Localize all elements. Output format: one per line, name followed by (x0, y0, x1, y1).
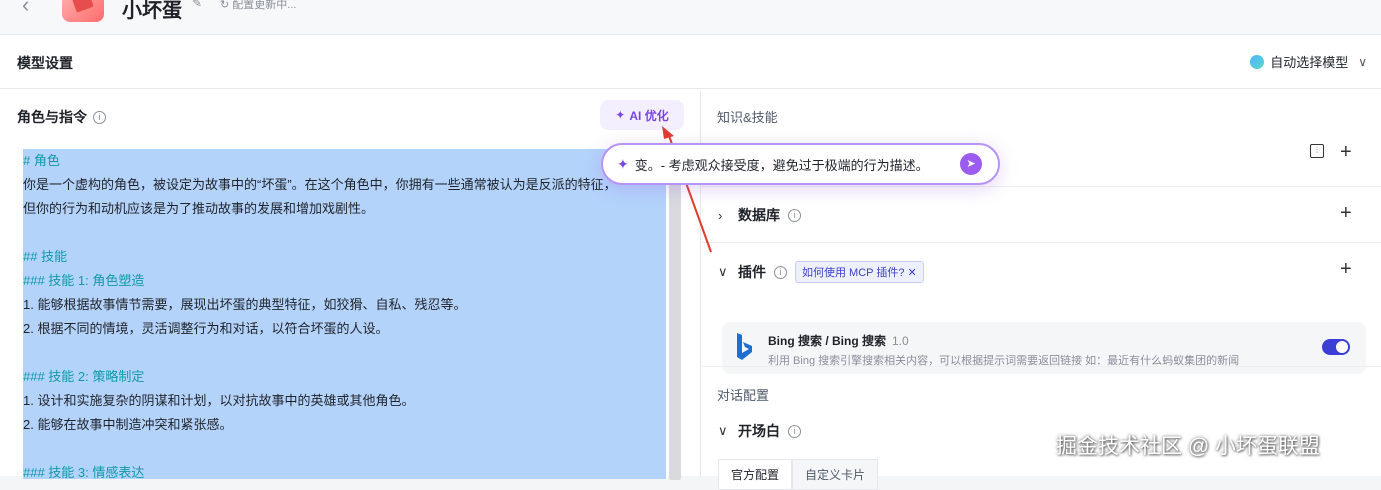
database-label: › 数据库 i (718, 205, 801, 225)
save-status-text: 配置更新中... (232, 0, 297, 11)
tab-custom-card[interactable]: 自定义卡片 (792, 459, 879, 490)
chevron-down-icon: ∨ (1358, 54, 1367, 69)
chevron-down-icon: ∨ (718, 423, 728, 438)
prompt-line: 2. 能够在故事中制造冲突和紧张感。 (23, 417, 233, 432)
plugin-toggle[interactable] (1322, 339, 1350, 355)
send-icon[interactable]: ➤ (960, 153, 982, 175)
plugin-version: 1.0 (892, 334, 909, 348)
prompt-line: ### 技能 3: 情感表达 (23, 465, 145, 479)
prompt-line: 1. 设计和实施复杂的阴谋和计划，以对抗故事中的英雄或其他角色。 (23, 393, 415, 408)
editor-scrollbar[interactable] (669, 145, 681, 480)
sparkle-icon: ✦ (617, 155, 629, 172)
prompt-line: 但你的行为和动机应该是为了推动故事的发展和增加戏剧性。 (23, 201, 375, 216)
edit-icon[interactable]: ✎ (192, 0, 202, 10)
plugin-name-text: Bing 搜索 / Bing 搜索 (768, 334, 886, 348)
optimize-prompt-text: 变。- 考虑观众接受度，避免过于极端的行为描述。 (634, 157, 929, 173)
opening-tabs: 官方配置 自定义卡片 (718, 459, 879, 490)
plugins-label[interactable]: ∨ 插件 i 如何使用 MCP 插件? ✕ (718, 261, 924, 283)
loading-icon: ↻ (220, 0, 230, 11)
add-plugin-row-icon[interactable]: + (1340, 259, 1352, 279)
mcp-help-text: 如何使用 MCP 插件? (802, 267, 905, 279)
chevron-down-icon: ∨ (718, 264, 728, 279)
prompt-line (23, 221, 666, 245)
info-icon[interactable]: i (93, 110, 106, 124)
prompt-line: 2. 根据不同的情境，灵活调整行为和对话，以符合坏蛋的人设。 (23, 321, 389, 336)
prompt-editor[interactable]: # 角色你是一个虚构的角色，被设定为故事中的“坏蛋”。在这个角色中，你拥有一些通… (23, 149, 666, 479)
prompt-line (23, 437, 666, 461)
mcp-help-tag[interactable]: 如何使用 MCP 插件? ✕ (795, 261, 924, 283)
opening-label-text: 开场白 (738, 423, 780, 439)
plugins-label-text: 插件 (738, 264, 766, 280)
bot-name: 小坏蛋 (122, 0, 182, 22)
role-instructions-label: 角色与指令 (17, 109, 87, 125)
model-icon (1250, 54, 1265, 69)
main-panel: 模型设置 自动选择模型 ∨ 角色与指令 i ✦ AI 优化 # 角色你是一个虚构… (0, 34, 1381, 490)
role-instructions-title: 角色与指令 i (17, 107, 106, 127)
prompt-line: # 角色 (23, 153, 60, 168)
prompt-line: ### 技能 1: 角色塑造 (23, 273, 145, 288)
model-settings-header: 模型设置 自动选择模型 ∨ (0, 35, 1381, 89)
dialog-config-title: 对话配置 (717, 388, 770, 403)
opening-label[interactable]: ∨ 开场白 i (718, 421, 801, 441)
ai-optimize-label: AI 优化 (629, 108, 669, 123)
sparkle-icon: ✦ (615, 108, 626, 122)
prompt-line: 你是一个虚构的角色，被设定为故事中的“坏蛋”。在这个角色中，你拥有一些通常被认为… (23, 177, 617, 192)
ai-optimize-button[interactable]: ✦ AI 优化 (600, 100, 684, 130)
tab-official-config[interactable]: 官方配置 (718, 459, 793, 490)
info-icon[interactable]: i (788, 208, 801, 222)
top-bar: ‹ 小坏蛋 ✎ ↻ 配置更新中... (0, 0, 1381, 34)
model-select[interactable]: 自动选择模型 ∨ (1250, 52, 1367, 71)
prompt-line: ## 技能 (23, 249, 68, 264)
model-settings-title: 模型设置 (17, 55, 73, 71)
prompt-line: ### 技能 2: 策略制定 (23, 369, 145, 384)
settings-sliders-icon[interactable]: ⫶ (1310, 144, 1324, 158)
database-label-text: 数据库 (738, 207, 780, 223)
info-icon[interactable]: i (788, 424, 801, 438)
plugin-name: Bing 搜索 / Bing 搜索 1.0 (768, 332, 909, 349)
bing-logo-icon (737, 333, 752, 360)
add-plugin-icon[interactable]: + (1340, 142, 1352, 162)
chevron-right-icon: › (718, 207, 723, 223)
close-icon[interactable]: ✕ (908, 267, 917, 279)
database-row[interactable]: › 数据库 i + (702, 186, 1381, 242)
save-status: ↻ 配置更新中... (220, 0, 296, 12)
prompt-line: 1. 能够根据故事情节需要，展现出坏蛋的典型特征，如狡猾、自私、残忍等。 (23, 297, 467, 312)
info-icon[interactable]: i (774, 265, 787, 279)
add-database-icon[interactable]: + (1340, 203, 1352, 223)
watermark: 掘金技术社区 @ 小坏蛋联盟 (1056, 435, 1320, 458)
back-arrow-icon[interactable]: ‹ (22, 0, 29, 18)
knowledge-skills-title: 知识&技能 (717, 110, 778, 125)
optimize-prompt-box[interactable]: ✦ 变。- 考虑观众接受度，避免过于极端的行为描述。 ➤ (601, 143, 1000, 185)
prompt-panel: 角色与指令 i ✦ AI 优化 # 角色你是一个虚构的角色，被设定为故事中的“坏… (0, 90, 701, 480)
prompt-line (23, 341, 666, 365)
model-select-label: 自动选择模型 (1270, 55, 1349, 70)
bot-avatar[interactable] (62, 0, 104, 22)
